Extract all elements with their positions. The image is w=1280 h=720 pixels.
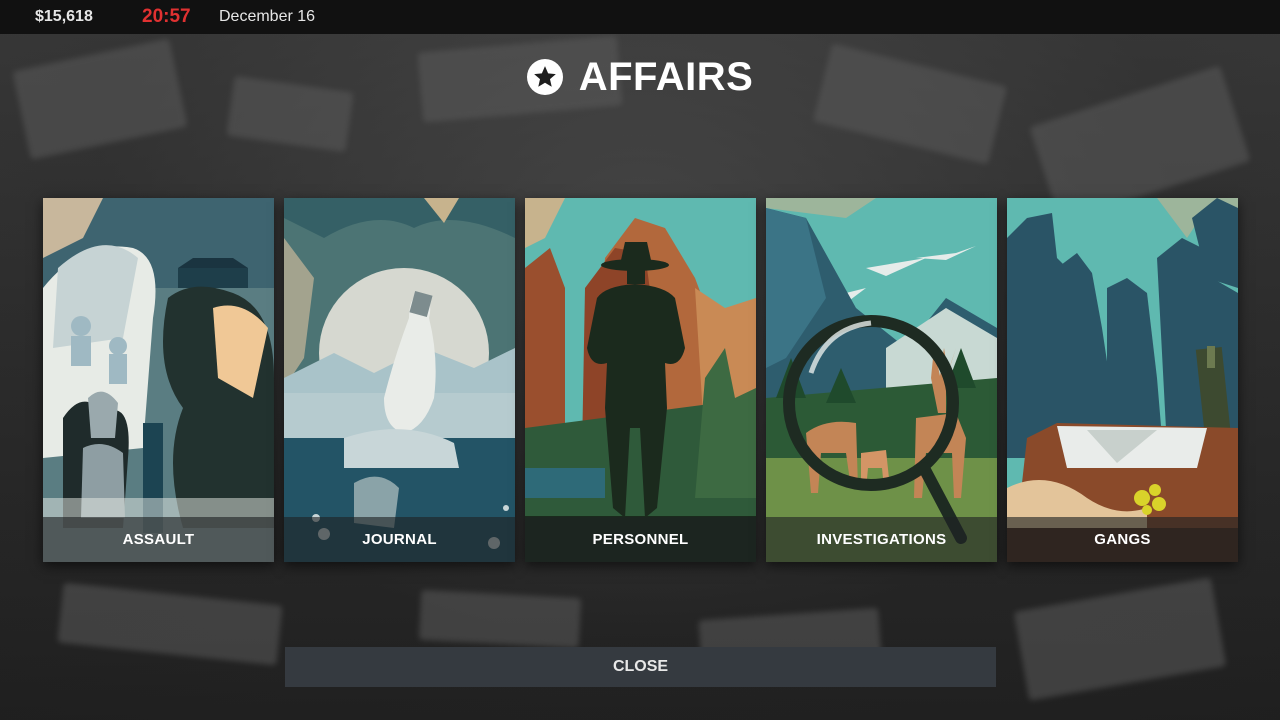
card-personnel[interactable]: PERSONNEL bbox=[525, 198, 756, 562]
status-bar: $15,618 20:57 December 16 bbox=[0, 0, 1280, 34]
journal-illustration bbox=[284, 198, 515, 562]
clock-display: 20:57 bbox=[142, 6, 191, 27]
card-label: JOURNAL bbox=[284, 517, 515, 562]
money-display: $15,618 bbox=[35, 8, 93, 25]
card-gangs[interactable]: GANGS bbox=[1007, 198, 1238, 562]
card-journal[interactable]: JOURNAL bbox=[284, 198, 515, 562]
close-button[interactable]: CLOSE bbox=[285, 647, 996, 687]
affairs-card-list: ASSAULT JOURNAL PERSONNEL INVESTIGATIONS… bbox=[43, 198, 1238, 562]
assault-illustration bbox=[43, 198, 274, 562]
card-assault[interactable]: ASSAULT bbox=[43, 198, 274, 562]
card-investigations[interactable]: INVESTIGATIONS bbox=[766, 198, 997, 562]
personnel-illustration bbox=[525, 198, 756, 562]
affairs-screen: $15,618 20:57 December 16 AFFAIRS ASSAUL… bbox=[0, 0, 1280, 720]
page-title-text: AFFAIRS bbox=[578, 54, 754, 99]
card-label: PERSONNEL bbox=[525, 517, 756, 562]
card-label: GANGS bbox=[1007, 517, 1238, 562]
page-title: AFFAIRS bbox=[0, 52, 1280, 102]
investigations-illustration bbox=[766, 198, 997, 562]
card-label: ASSAULT bbox=[43, 517, 274, 562]
gangs-illustration bbox=[1007, 198, 1238, 562]
date-display: December 16 bbox=[219, 8, 316, 25]
star-icon bbox=[526, 59, 563, 95]
card-label: INVESTIGATIONS bbox=[766, 517, 997, 562]
